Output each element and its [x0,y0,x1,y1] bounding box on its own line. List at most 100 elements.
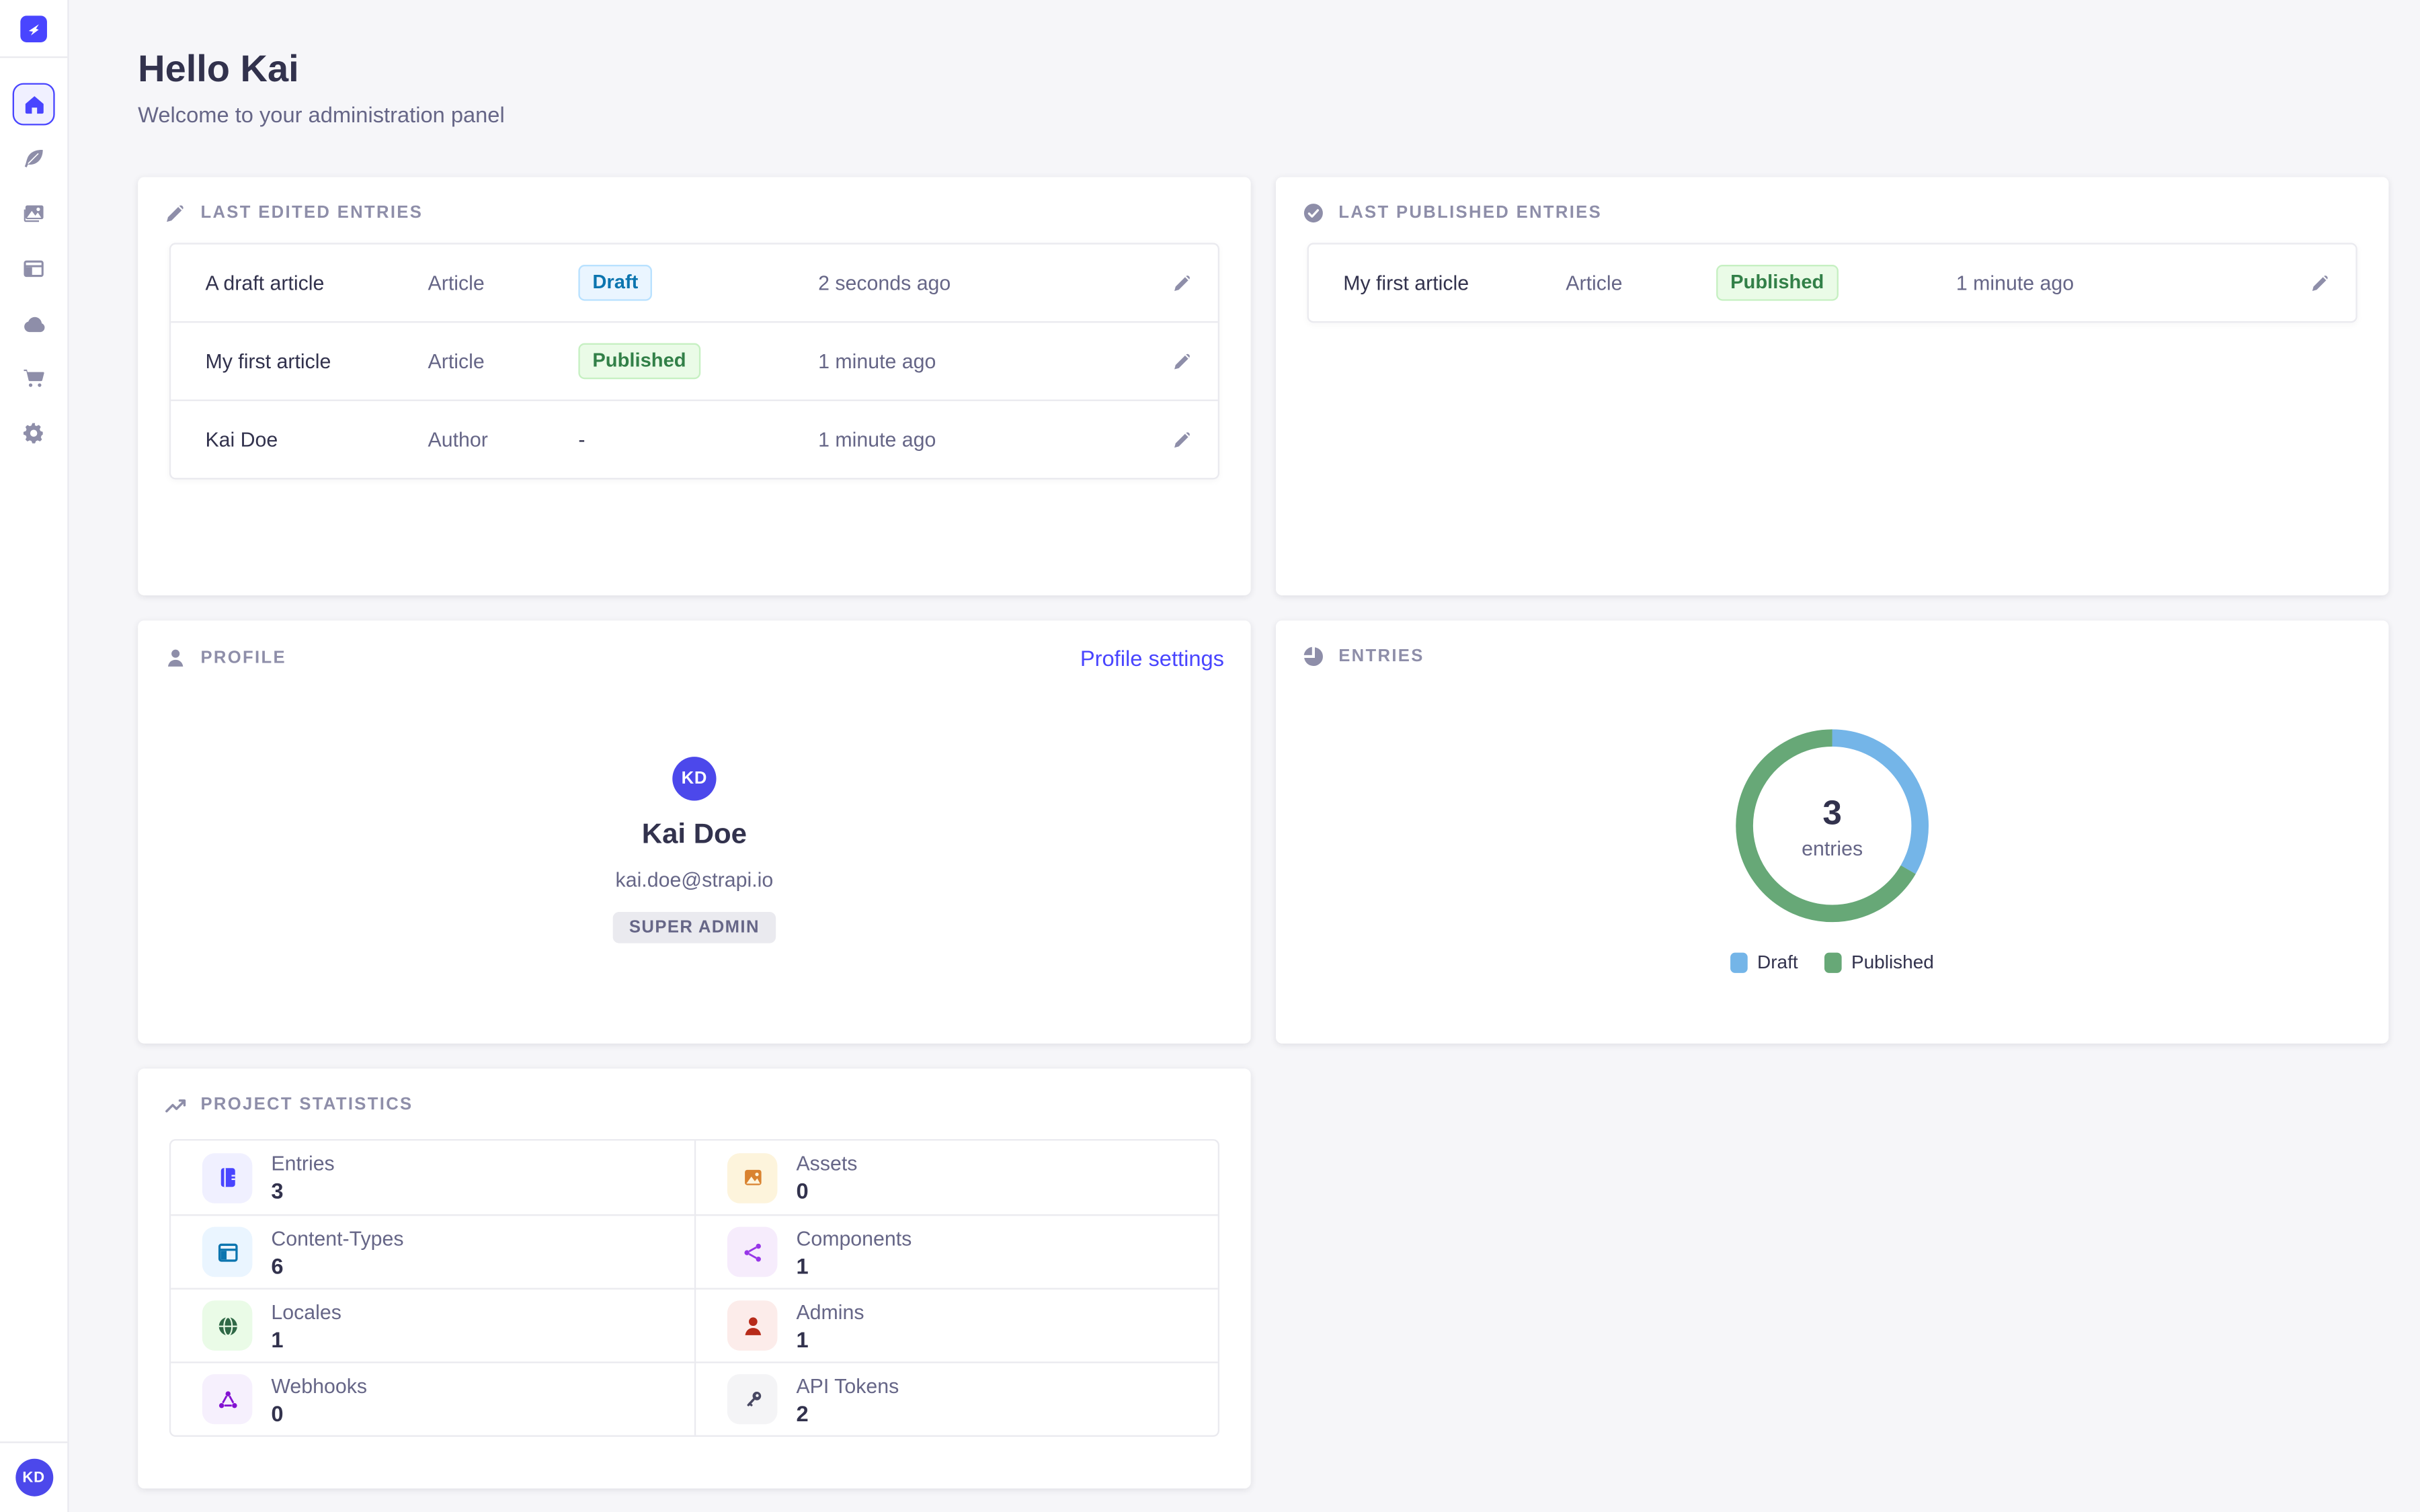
pencil-icon [1172,273,1193,293]
profile-name: Kai Doe [642,818,747,851]
stat-label: Content-Types [271,1226,403,1249]
profile-card: PROFILE Profile settings KD Kai Doe kai.… [138,620,1250,1044]
stat-api-tokens: API Tokens 2 [694,1361,1218,1435]
entry-type: Article [428,271,579,294]
key-icon [727,1374,778,1425]
entry-name: A draft article [205,271,428,294]
legend-label: Published [1851,951,1934,973]
last-published-table: My first article Article Published 1 min… [1307,243,2357,323]
status-badge: Published [578,343,700,380]
stat-entries: Entries 3 [171,1140,694,1214]
pencil-icon [1172,351,1193,371]
check-circle-icon [1303,202,1325,224]
stat-admins: Admins 1 [694,1288,1218,1362]
card-header: PROJECT STATISTICS [165,1093,1224,1116]
sidebar-item-settings[interactable] [13,412,55,454]
person-icon [727,1300,778,1351]
strapi-logo[interactable] [20,15,47,42]
sidebar-item-marketplace[interactable] [13,358,55,400]
stat-value: 0 [796,1178,857,1203]
card-header: ENTRIES [1303,646,2362,668]
table-row[interactable]: A draft article Article Draft 2 seconds … [171,245,1218,321]
stat-label: Webhooks [271,1374,367,1397]
webhook-icon [202,1374,253,1425]
nodes-icon [727,1227,778,1277]
sidebar-item-home[interactable] [13,83,55,126]
page-title: Hello Kai [138,48,298,92]
stat-webhooks: Webhooks 0 [171,1361,694,1435]
page-subtitle: Welcome to your administration panel [138,102,505,127]
cart-icon [22,367,46,390]
last-edited-table: A draft article Article Draft 2 seconds … [169,243,1219,479]
entry-name: My first article [1343,271,1566,294]
status-badge: Draft [578,264,652,301]
edit-entry-button[interactable] [1158,429,1193,450]
legend-item-published: Published [1824,951,1934,973]
pencil-icon [165,202,187,224]
entry-name: My first article [205,349,428,373]
entry-time: 1 minute ago [1956,271,2296,294]
entry-time: 2 seconds ago [818,271,1158,294]
entries-donut-chart [1276,728,2388,923]
stat-label: Locales [271,1300,341,1323]
stat-value: 6 [271,1253,403,1277]
entry-status-cell: - [578,425,818,454]
card-title: PROJECT STATISTICS [200,1095,413,1114]
edit-entry-button[interactable] [1158,351,1193,371]
table-row[interactable]: Kai Doe Author - 1 minute ago [171,400,1218,478]
cloud-icon [21,311,46,336]
stat-label: Entries [271,1152,334,1175]
table-row[interactable]: My first article Article Published 1 min… [1309,245,2356,321]
stat-label: Assets [796,1152,857,1175]
card-title: LAST PUBLISHED ENTRIES [1338,204,1602,222]
entries-card: ENTRIES 3 entries Draft [1276,620,2388,1044]
stat-value: 1 [796,1253,912,1277]
main-content: Hello Kai Welcome to your administration… [69,0,2420,1512]
picture-icon [727,1152,778,1203]
images-icon [22,202,46,226]
stat-locales: Locales 1 [171,1288,694,1362]
card-title: ENTRIES [1338,647,1424,666]
entry-time: 1 minute ago [818,349,1158,373]
entry-time: 1 minute ago [818,428,1158,452]
status-empty: - [578,427,585,450]
stat-components: Components 1 [694,1214,1218,1288]
entry-type: Author [428,428,579,452]
sidebar-item-content-type-builder[interactable] [13,247,55,290]
user-avatar[interactable]: KD [15,1459,52,1497]
stat-value: 3 [271,1178,334,1203]
stat-value: 1 [271,1327,341,1351]
layout-icon [22,257,46,280]
stat-value: 1 [796,1327,864,1351]
dashboard-grid: LAST EDITED ENTRIES A draft article Arti… [138,177,2388,1488]
book-icon [202,1152,253,1203]
edit-entry-button[interactable] [2296,273,2331,293]
profile-email: kai.doe@strapi.io [616,868,774,892]
legend-item-draft: Draft [1730,951,1798,973]
project-statistics-card: PROJECT STATISTICS Entries [138,1068,1250,1488]
stat-value: 2 [796,1400,899,1425]
stats-table: Entries 3 Assets [169,1139,1219,1437]
trend-up-icon [165,1093,187,1116]
sidebar: KD [0,0,69,1512]
legend-label: Draft [1757,951,1798,973]
gear-icon [22,421,46,445]
edit-entry-button[interactable] [1158,273,1193,293]
draft-swatch [1730,952,1748,972]
layout-icon [202,1227,253,1277]
pencil-icon [1172,429,1193,450]
sidebar-brand [0,0,67,58]
stat-label: API Tokens [796,1374,899,1397]
published-swatch [1824,952,1842,972]
pencil-icon [2310,273,2331,293]
sidebar-item-media-library[interactable] [13,193,55,235]
sidebar-item-content-manager[interactable] [13,138,55,180]
sidebar-item-cloud[interactable] [13,302,55,345]
entry-status-cell: Published [578,343,818,380]
last-edited-entries-card: LAST EDITED ENTRIES A draft article Arti… [138,177,1250,595]
stat-content-types: Content-Types 6 [171,1214,694,1288]
globe-icon [202,1300,253,1351]
sidebar-footer: KD [0,1441,67,1512]
chart-legend: Draft Published [1276,951,2388,973]
table-row[interactable]: My first article Article Published 1 min… [171,321,1218,400]
